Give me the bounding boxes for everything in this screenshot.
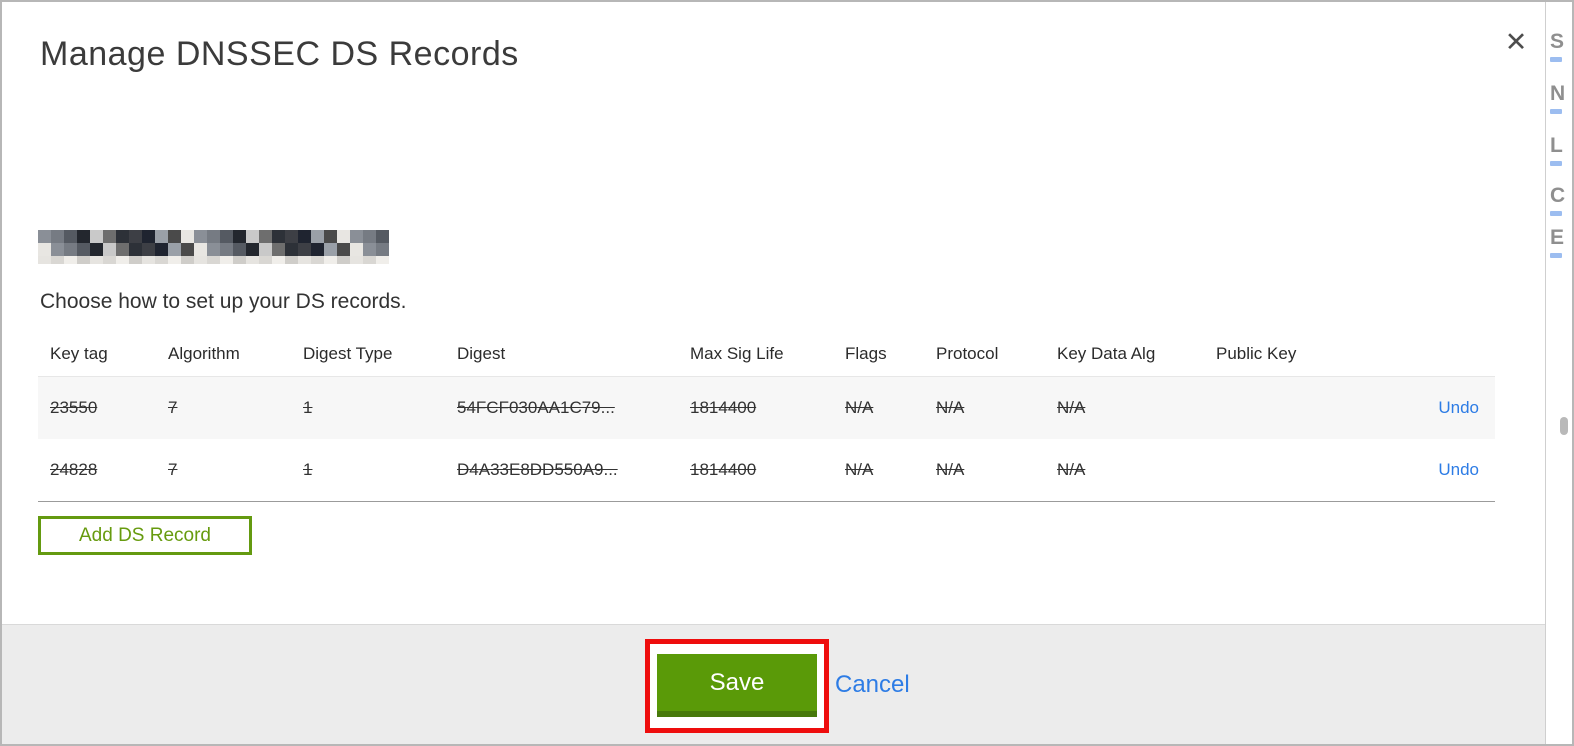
close-icon[interactable]: ✕ <box>1500 26 1532 58</box>
scrollbar-thumb[interactable] <box>1560 417 1568 435</box>
cell-digest-type: 1 <box>303 460 313 479</box>
modal-title: Manage DNSSEC DS Records <box>40 35 519 73</box>
cell-max-sig-life: 1814400 <box>690 398 757 417</box>
cell-key-data-alg: N/A <box>1057 398 1086 417</box>
cell-key-tag: 24828 <box>50 460 98 479</box>
cell-action: Undo <box>1354 398 1495 418</box>
cell-algorithm: 7 <box>168 398 178 417</box>
background-text-fragment: N <box>1550 82 1565 114</box>
column-header-public-key: Public Key <box>1216 344 1297 363</box>
undo-link[interactable]: Undo <box>1438 398 1479 417</box>
cell-digest: 54FCF030AA1C79... <box>457 398 615 417</box>
cell-action: Undo <box>1354 460 1495 480</box>
cell-algorithm: 7 <box>168 460 178 479</box>
column-header-digest: Digest <box>457 344 506 363</box>
background-text-fragment: E <box>1550 226 1564 258</box>
red-highlight-annotation: Save <box>645 639 829 733</box>
cancel-link[interactable]: Cancel <box>835 671 910 699</box>
cell-flags: N/A <box>845 460 874 479</box>
column-header-flags: Flags <box>845 344 887 363</box>
modal-footer: Save Cancel <box>2 624 1549 744</box>
ds-records-table: Key tag Algorithm Digest Type Digest Max… <box>38 330 1495 502</box>
save-button[interactable]: Save <box>657 654 817 717</box>
undo-link[interactable]: Undo <box>1438 460 1479 479</box>
column-header-algorithm: Algorithm <box>168 344 240 363</box>
table-header-row: Key tag Algorithm Digest Type Digest Max… <box>38 330 1495 376</box>
manage-dnssec-modal: Manage DNSSEC DS Records ✕ Choose how to… <box>2 2 1549 744</box>
column-header-key-data-alg: Key Data Alg <box>1057 344 1156 363</box>
column-header-action <box>1354 364 1495 376</box>
add-ds-record-button[interactable]: Add DS Record <box>38 516 252 555</box>
cell-protocol: N/A <box>936 398 965 417</box>
column-header-key-tag: Key tag <box>50 344 108 363</box>
instruction-text: Choose how to set up your DS records. <box>40 290 407 313</box>
table-row: 24828 7 1 D4A33E8DD550A9... 1814400 N/A … <box>38 439 1495 502</box>
cell-flags: N/A <box>845 398 874 417</box>
background-text-fragment: L <box>1550 134 1563 166</box>
cell-key-data-alg: N/A <box>1057 460 1086 479</box>
cell-digest-type: 1 <box>303 398 313 417</box>
column-header-max-sig-life: Max Sig Life <box>690 344 784 363</box>
redacted-domain-name <box>38 230 390 264</box>
column-header-protocol: Protocol <box>936 344 999 363</box>
cell-key-tag: 23550 <box>50 398 98 417</box>
table-row: 23550 7 1 54FCF030AA1C79... 1814400 N/A … <box>38 376 1495 439</box>
cell-digest: D4A33E8DD550A9... <box>457 460 618 479</box>
cell-protocol: N/A <box>936 460 965 479</box>
background-text-fragment: S <box>1550 30 1564 62</box>
background-text-fragment: C <box>1550 184 1565 216</box>
screenshot-frame: Manage DNSSEC DS Records ✕ Choose how to… <box>0 0 1574 746</box>
background-page-sliver: SNLCE <box>1545 2 1572 744</box>
cell-max-sig-life: 1814400 <box>690 460 757 479</box>
column-header-digest-type: Digest Type <box>303 344 393 363</box>
